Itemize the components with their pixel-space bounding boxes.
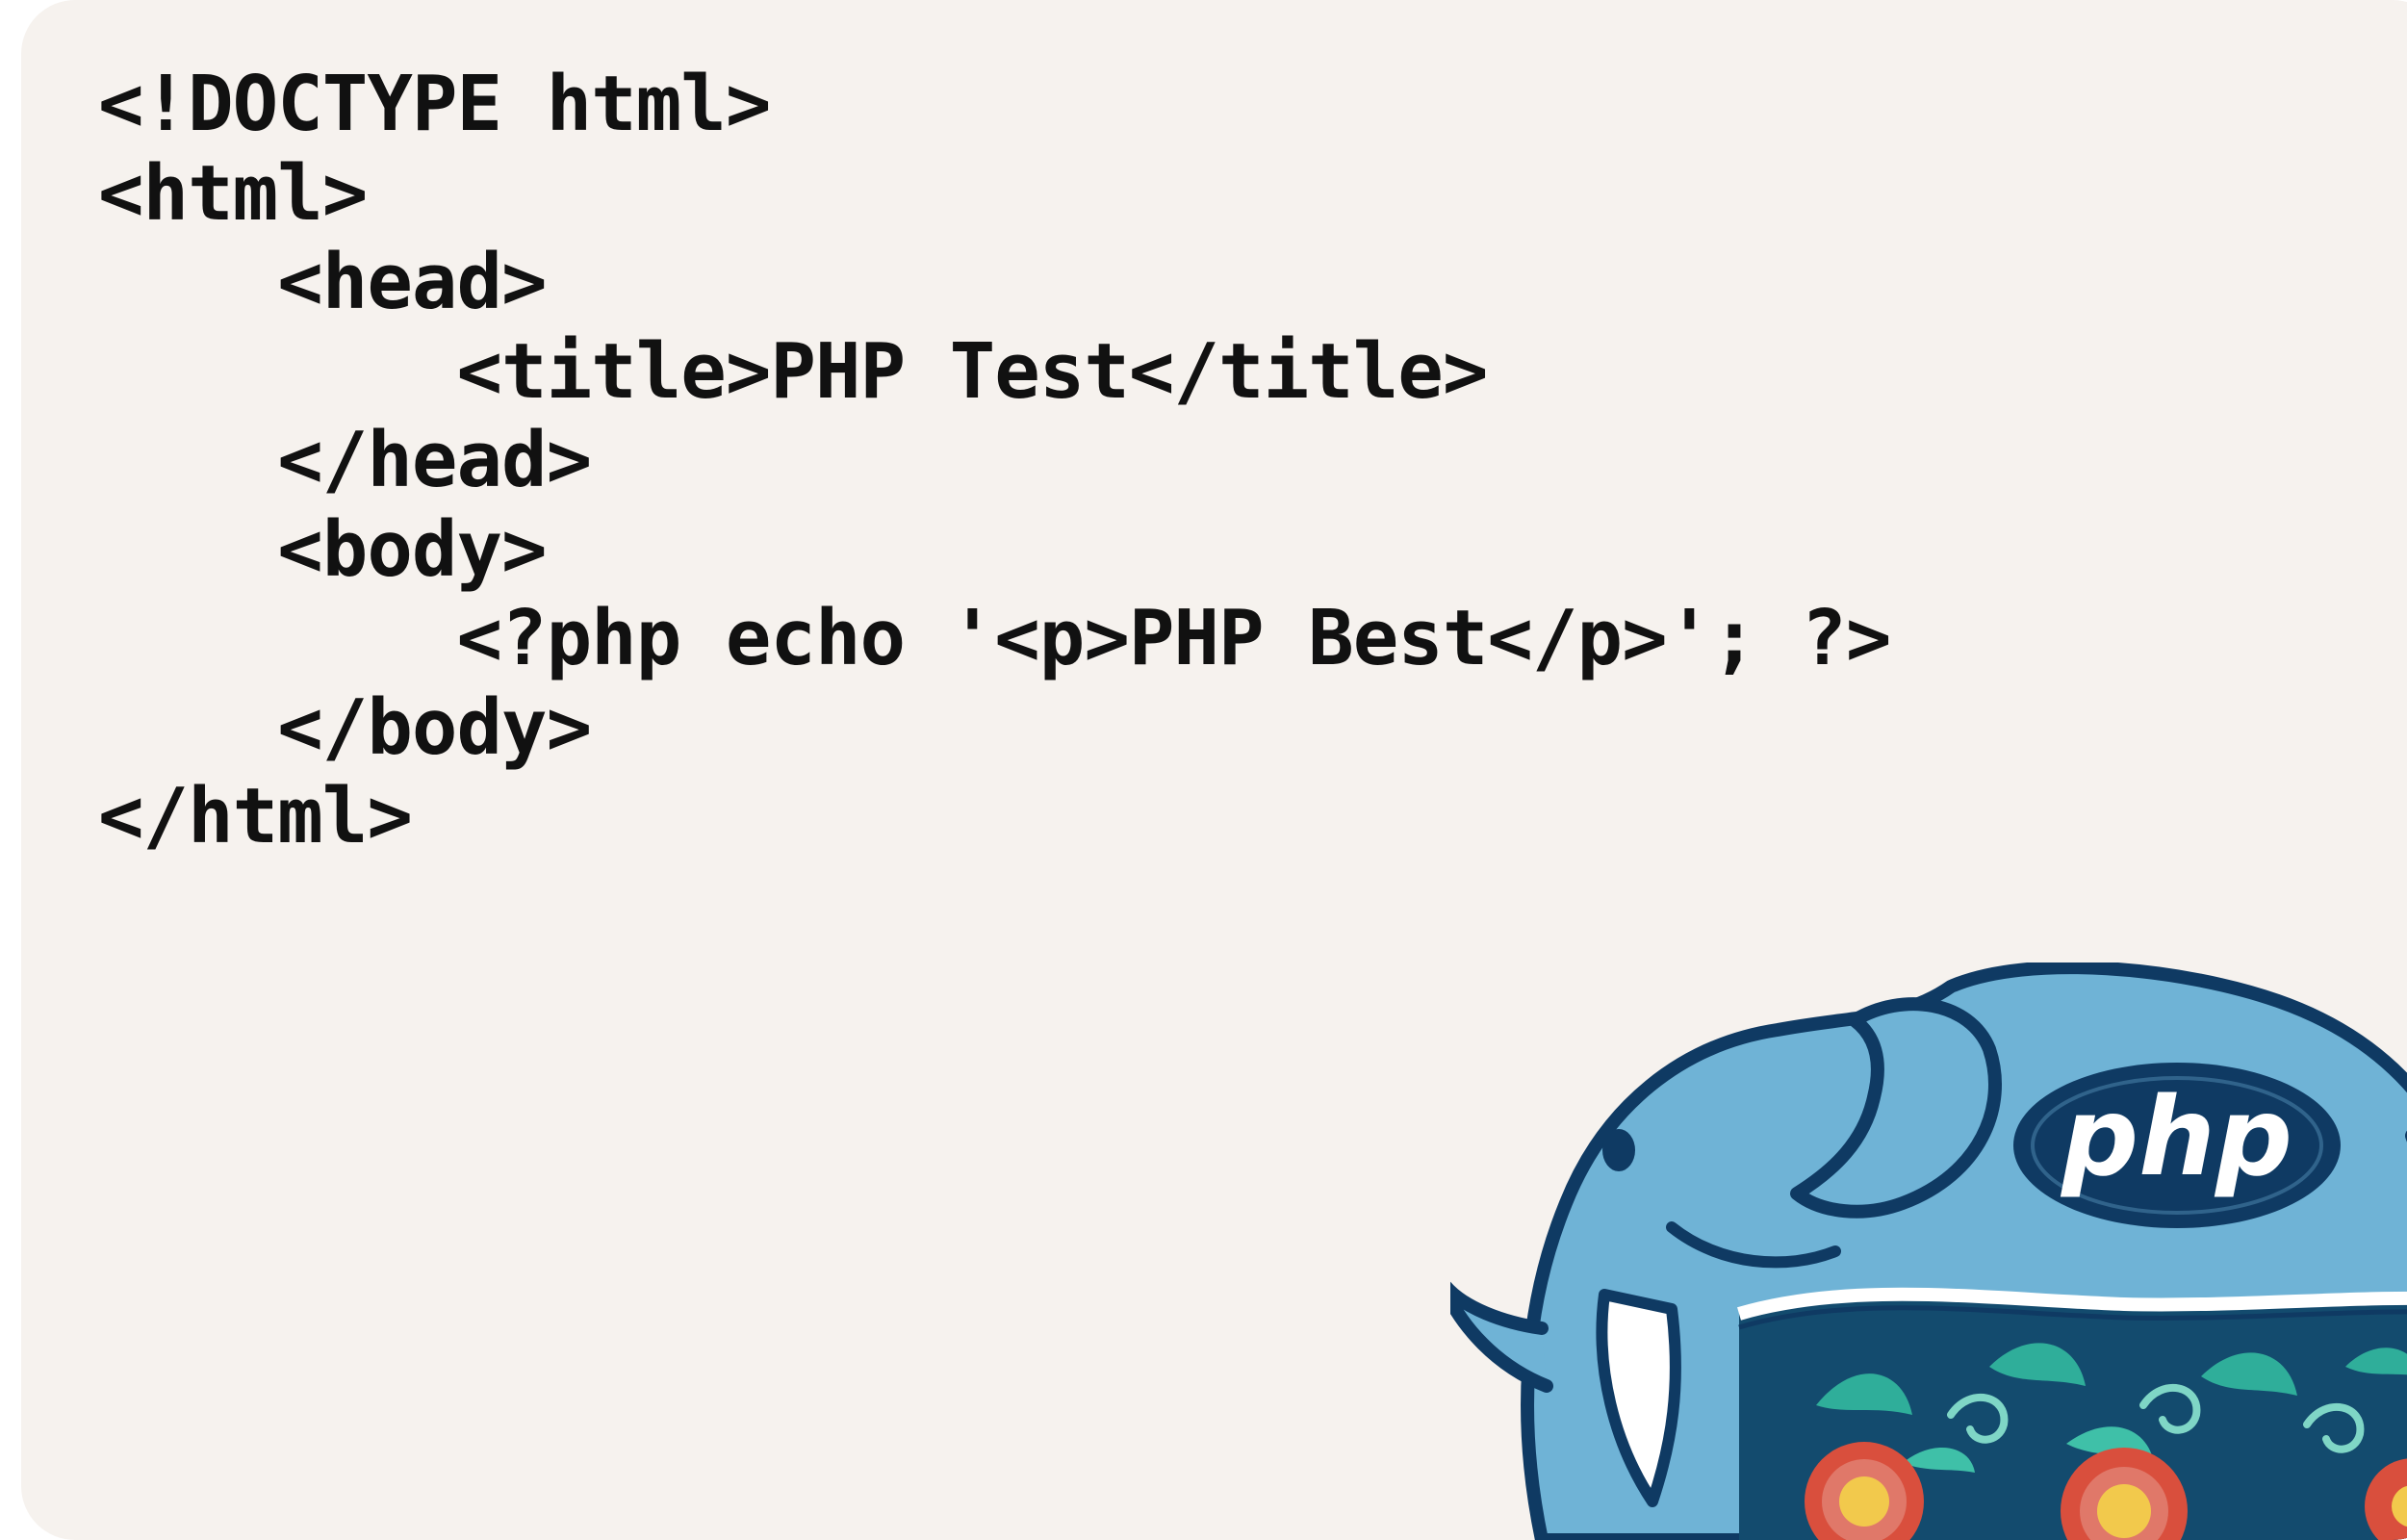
code-line: <?php echo '<p>PHP Best</p>'; ?>: [98, 594, 1891, 682]
code-line: </head>: [98, 416, 592, 504]
code-line: </body>: [98, 682, 592, 772]
code-line: <head>: [98, 238, 547, 326]
php-logo-text: php: [2060, 1075, 2292, 1200]
code-line: <html>: [98, 148, 368, 238]
content-card: <!DOCTYPE html> <html> <head> <title>PHP …: [21, 0, 2407, 1540]
code-line: <body>: [98, 504, 547, 594]
code-line: <title>PHP Test</title>: [98, 326, 1488, 416]
php-elephant-icon: php: [1450, 962, 2407, 1540]
code-line: </html>: [98, 772, 413, 860]
code-block: <!DOCTYPE html> <html> <head> <title>PHP …: [98, 60, 1891, 861]
code-line: <!DOCTYPE html>: [98, 60, 771, 148]
